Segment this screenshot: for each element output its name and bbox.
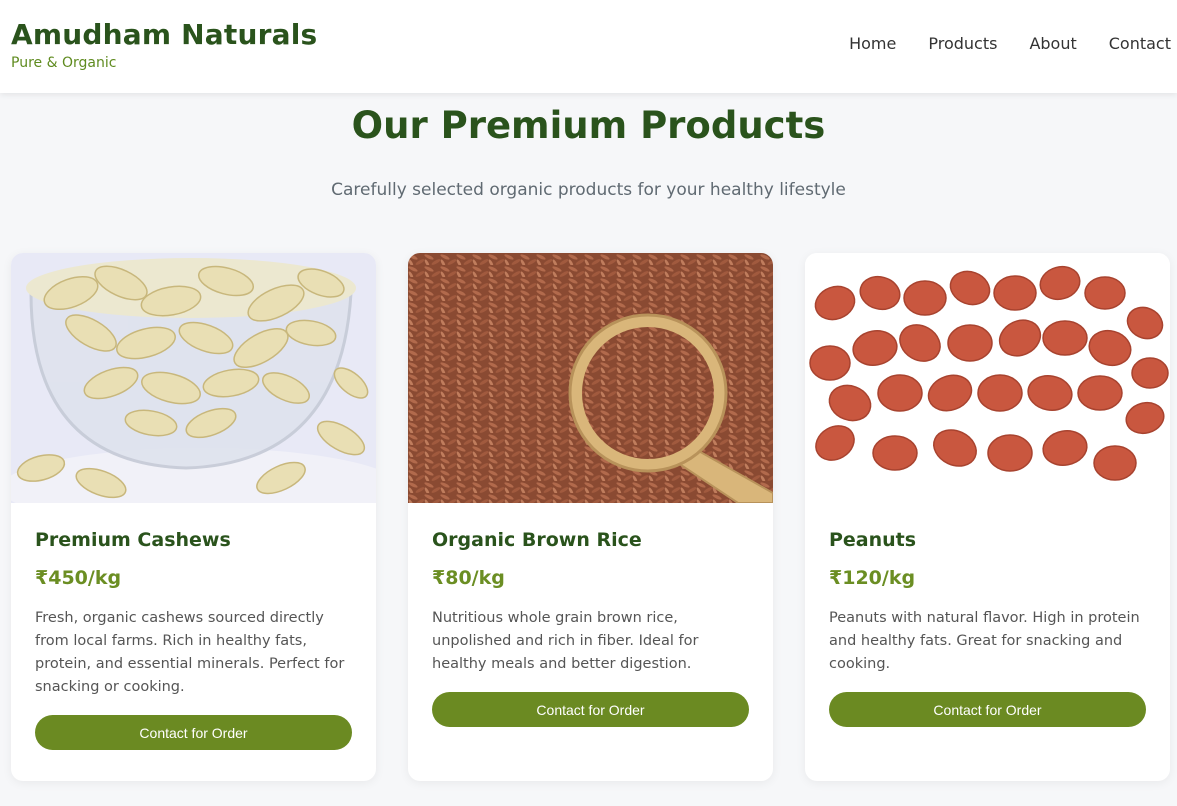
contact-for-order-button[interactable]: Contact for Order [432, 692, 749, 727]
product-description: Nutritious whole grain brown rice, unpol… [432, 610, 699, 672]
product-price: ₹120/kg [829, 567, 916, 589]
section-title: Our Premium Products [351, 104, 826, 147]
product-name: Peanuts [829, 529, 917, 551]
nav-link-contact[interactable]: Contact [1109, 34, 1171, 53]
product-card-brown-rice: Organic Brown Rice ₹80/kg Nutritious who… [408, 253, 773, 781]
product-description: Fresh, organic cashews sourced directly … [35, 610, 345, 695]
product-price: ₹450/kg [35, 567, 122, 589]
brand-title[interactable]: Amudham Naturals [11, 18, 317, 51]
product-name: Organic Brown Rice [432, 529, 642, 551]
product-image-brown-rice [408, 253, 773, 503]
brand[interactable]: Amudham Naturals Pure & Organic [11, 18, 317, 71]
nav-link-products[interactable]: Products [928, 34, 997, 53]
product-name: Premium Cashews [35, 529, 231, 551]
product-price: ₹80/kg [432, 567, 505, 589]
nav-link-home[interactable]: Home [849, 34, 896, 53]
site-header: Amudham Naturals Pure & Organic Home Pro… [0, 0, 1177, 93]
brand-tagline: Pure & Organic [11, 55, 117, 71]
product-image-cashews [11, 253, 376, 503]
product-description: Peanuts with natural flavor. High in pro… [829, 610, 1140, 672]
product-image-peanuts [805, 253, 1170, 503]
main-nav: Home Products About Contact [849, 34, 1171, 53]
contact-for-order-button[interactable]: Contact for Order [35, 715, 352, 750]
product-card-cashews: Premium Cashews ₹450/kg Fresh, organic c… [11, 253, 376, 781]
nav-link-about[interactable]: About [1029, 34, 1076, 53]
section-subtitle: Carefully selected organic products for … [331, 180, 846, 200]
contact-for-order-button[interactable]: Contact for Order [829, 692, 1146, 727]
product-card-peanuts: Peanuts ₹120/kg Peanuts with natural fla… [805, 253, 1170, 781]
